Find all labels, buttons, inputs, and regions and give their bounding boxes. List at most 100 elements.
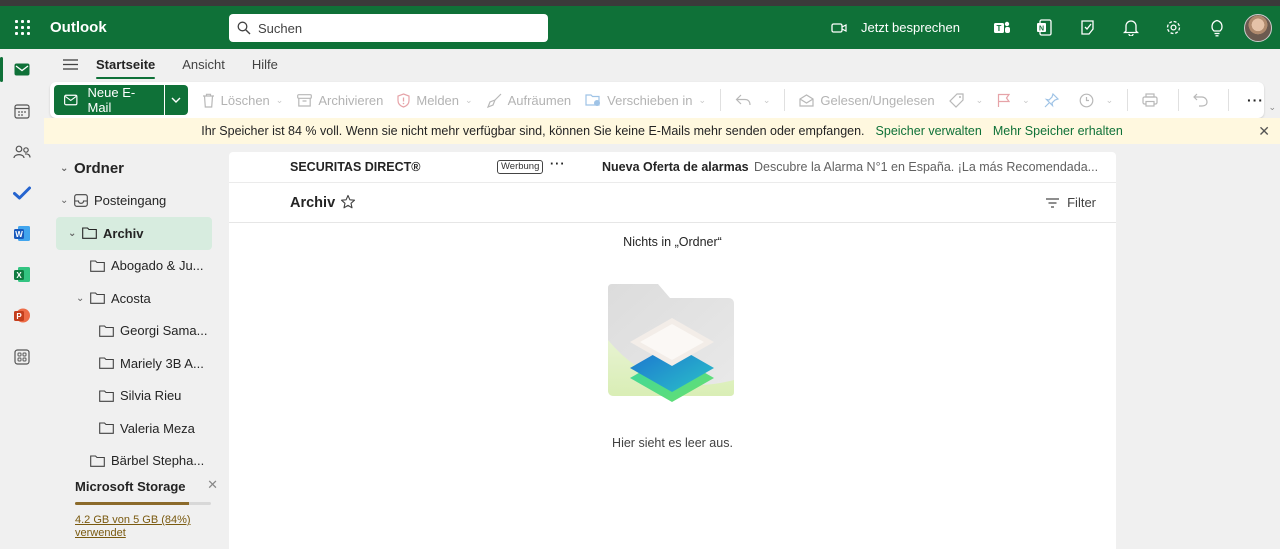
folder-posteingang[interactable]: ⌄ Posteingang xyxy=(44,185,212,218)
app-launcher-button[interactable] xyxy=(0,6,44,49)
archive-button[interactable]: Archivieren xyxy=(297,93,383,108)
more-actions-button[interactable]: ··· xyxy=(1247,92,1264,108)
tips-button[interactable] xyxy=(1195,6,1238,49)
folder-icon xyxy=(99,325,114,337)
rail-more-apps[interactable] xyxy=(0,336,44,377)
nav-toggle-button[interactable] xyxy=(44,58,96,70)
notifications-button[interactable] xyxy=(1109,6,1152,49)
filter-icon xyxy=(1046,197,1060,208)
read-unread-button[interactable]: Gelesen/Ungelesen xyxy=(799,93,935,108)
settings-button[interactable] xyxy=(1152,6,1195,49)
folder-silvia[interactable]: Silvia Rieu xyxy=(44,380,212,413)
reply-caret-icon: ⌄ xyxy=(762,94,771,105)
todo-button[interactable] xyxy=(1066,6,1109,49)
pin-button[interactable] xyxy=(1044,92,1065,108)
message-list-pane: SECURITAS DIRECT® Werbung ··· Nueva Ofer… xyxy=(229,152,1116,549)
rail-mail[interactable] xyxy=(0,49,44,90)
undo-button[interactable] xyxy=(1193,93,1214,107)
rail-todo[interactable] xyxy=(0,172,44,213)
tag-icon xyxy=(948,92,964,108)
tab-startseite[interactable]: Startseite xyxy=(96,51,156,79)
app-rail: W X P xyxy=(0,49,44,549)
trash-icon xyxy=(202,93,214,108)
tab-ansicht[interactable]: Ansicht xyxy=(182,51,225,78)
bell-icon xyxy=(1122,20,1139,36)
filter-label: Filter xyxy=(1067,195,1096,210)
toolbar-divider xyxy=(1127,89,1129,111)
svg-text:N: N xyxy=(1039,26,1044,33)
rail-people[interactable] xyxy=(0,131,44,172)
categorize-button[interactable]: ⌄ xyxy=(948,92,983,108)
toolbar-divider xyxy=(719,89,721,111)
toolbar-divider xyxy=(1178,89,1180,111)
folder-icon xyxy=(99,390,114,402)
ad-message-row[interactable]: SECURITAS DIRECT® Werbung ··· Nueva Ofer… xyxy=(229,152,1116,183)
storage-title: Microsoft Storage xyxy=(75,479,186,494)
flag-button[interactable]: ⌄ xyxy=(997,93,1030,108)
message-list-header: Archiv Filter xyxy=(229,183,1116,223)
ribbon-tabs: Startseite Ansicht Hilfe xyxy=(44,49,1280,79)
folder-valeria[interactable]: Valeria Meza xyxy=(44,412,212,445)
folder-icon xyxy=(90,260,105,272)
svg-text:T: T xyxy=(996,24,1001,33)
printer-icon xyxy=(1142,93,1158,107)
undo-icon xyxy=(1193,93,1208,107)
chevron-down-icon: ⌄ xyxy=(68,227,77,239)
snooze-caret-icon: ⌄ xyxy=(1105,94,1114,105)
folder-georgi[interactable]: Georgi Sama... xyxy=(44,315,212,348)
search-icon xyxy=(237,21,251,35)
folder-acosta[interactable]: ⌄ Acosta xyxy=(44,282,212,315)
storage-progress-bar xyxy=(75,502,211,505)
folders-root[interactable]: ⌄ Ordner xyxy=(44,152,212,185)
snooze-button[interactable]: ⌄ xyxy=(1079,93,1114,108)
filter-button[interactable]: Filter xyxy=(1046,195,1096,210)
app-header: Outlook Suchen Jetzt besprechen T N xyxy=(0,6,1280,49)
manage-storage-link[interactable]: Speicher verwalten xyxy=(876,124,982,138)
storage-card: Microsoft Storage ✕ 4.2 GB von 5 GB (84%… xyxy=(44,472,228,549)
teams-button[interactable]: T xyxy=(980,6,1023,49)
reply-button[interactable]: ⌄ xyxy=(735,94,771,106)
banner-close-icon[interactable]: ✕ xyxy=(1258,123,1270,140)
rail-powerpoint[interactable]: P xyxy=(0,295,44,336)
chevron-down-icon: ⌄ xyxy=(60,195,69,207)
get-more-storage-link[interactable]: Mehr Speicher erhalten xyxy=(993,124,1123,138)
star-icon[interactable] xyxy=(340,194,356,210)
report-caret-icon: ⌄ xyxy=(465,94,473,105)
storage-close-icon[interactable]: ✕ xyxy=(207,477,218,493)
shield-icon xyxy=(397,92,410,108)
meet-now-button[interactable]: Jetzt besprechen xyxy=(831,20,960,35)
folder-baerbel[interactable]: Bärbel Stepha... xyxy=(44,445,212,473)
folder-archiv[interactable]: ⌄ Archiv xyxy=(56,217,212,250)
archive-box-icon xyxy=(297,93,313,107)
rail-calendar[interactable] xyxy=(0,90,44,131)
report-button[interactable]: Melden ⌄ xyxy=(397,92,473,108)
storage-usage-link[interactable]: 4.2 GB von 5 GB (84%) verwendet xyxy=(75,514,205,540)
powerpoint-icon: P xyxy=(14,308,30,323)
mail-icon xyxy=(14,63,30,76)
search-box[interactable]: Suchen xyxy=(229,14,548,42)
delete-button[interactable]: Löschen ⌄ xyxy=(202,93,283,108)
folder-abogado[interactable]: Abogado & Ju... xyxy=(44,250,212,283)
sweep-button[interactable]: Aufräumen xyxy=(486,92,572,108)
print-button[interactable] xyxy=(1142,93,1164,107)
reply-arrow-icon xyxy=(735,94,751,106)
user-avatar[interactable] xyxy=(1244,13,1272,42)
rail-excel[interactable]: X xyxy=(0,254,44,295)
svg-text:X: X xyxy=(16,271,22,280)
onenote-button[interactable]: N xyxy=(1023,6,1066,49)
rail-word[interactable]: W xyxy=(0,213,44,254)
ad-more-button[interactable]: ··· xyxy=(550,157,566,171)
new-mail-button[interactable]: Neue E-Mail xyxy=(54,85,164,115)
onenote-icon: N xyxy=(1037,19,1052,36)
folder-pane: ⌄ Ordner ⌄ Posteingang ⌄ Archiv Abogado … xyxy=(44,152,224,472)
app-title[interactable]: Outlook xyxy=(50,19,224,36)
folder-mariely[interactable]: Mariely 3B A... xyxy=(44,347,212,380)
folder-icon xyxy=(90,455,105,467)
sweep-label: Aufräumen xyxy=(507,92,572,108)
ribbon-expand-icon[interactable]: ⌄ xyxy=(1268,102,1276,113)
move-to-label: Verschieben in xyxy=(607,92,693,108)
tab-hilfe[interactable]: Hilfe xyxy=(252,51,278,78)
folder-icon xyxy=(82,227,97,240)
new-mail-dropdown[interactable] xyxy=(164,85,188,115)
move-to-button[interactable]: Verschieben in ⌄ xyxy=(585,93,706,108)
